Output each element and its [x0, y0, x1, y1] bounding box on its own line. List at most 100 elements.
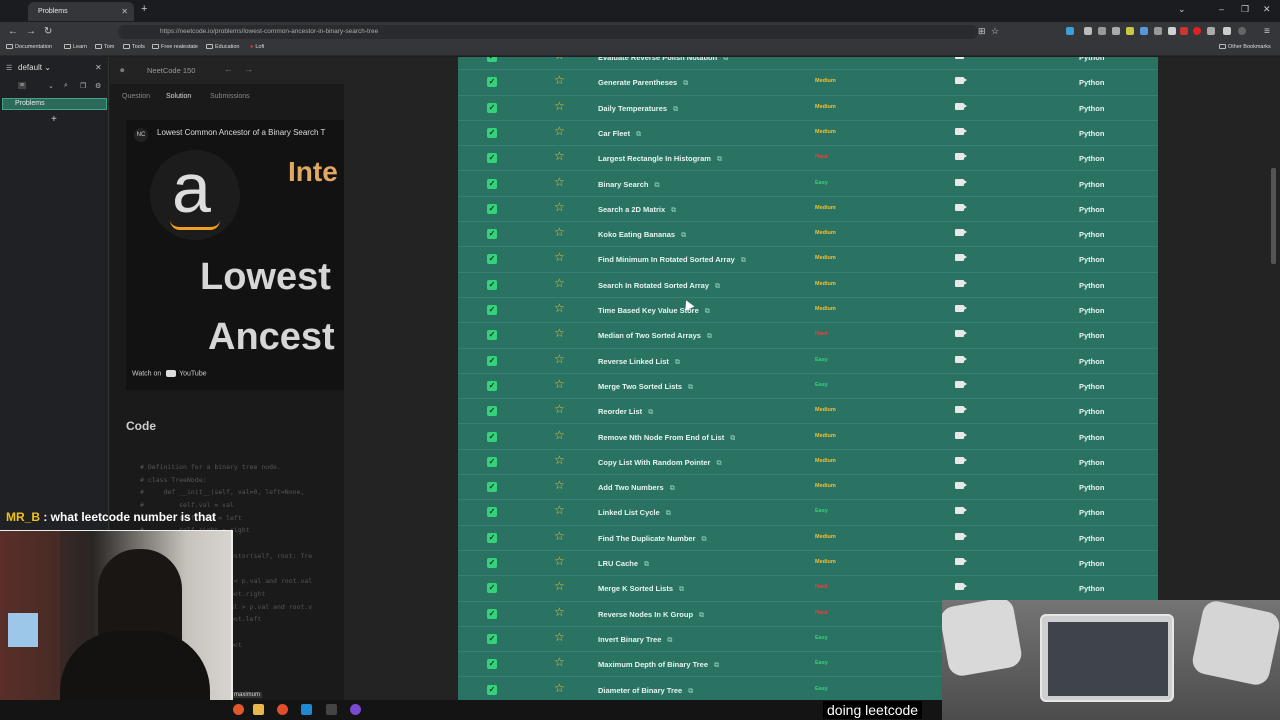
table-row[interactable]: ✓ ☆ Find The Duplicate Number ⧉ Medium Python	[458, 526, 1158, 551]
external-link-icon[interactable]: ⧉	[648, 409, 653, 416]
completed-checkbox[interactable]: ✓	[487, 482, 497, 493]
external-link-icon[interactable]: ⧉	[681, 232, 686, 239]
table-row[interactable]: ✓ ☆ Largest Rectangle In Histogram ⧉ Hard Pyt…	[458, 146, 1158, 172]
app-icon[interactable]	[326, 704, 337, 715]
external-link-icon[interactable]: ⧉	[688, 688, 693, 695]
tab-question[interactable]: Question	[122, 93, 150, 100]
table-row[interactable]: ✓ ☆ Copy List With Random Pointer ⧉ Medium Py…	[458, 450, 1158, 476]
problem-link[interactable]: Maximum Depth of Binary Tree ⧉	[598, 660, 719, 670]
tab-submissions[interactable]: Submissions	[210, 93, 250, 100]
video-icon[interactable]	[955, 431, 967, 439]
extension-icon[interactable]	[1140, 27, 1148, 35]
tab-solution[interactable]: Solution	[166, 93, 191, 100]
video-icon[interactable]	[955, 279, 967, 287]
tabs-icon[interactable]: ≡	[18, 82, 27, 89]
extension-icon[interactable]	[1084, 27, 1092, 35]
star-icon[interactable]: ☆	[554, 579, 565, 593]
star-icon[interactable]: ☆	[554, 276, 565, 290]
completed-checkbox[interactable]: ✓	[487, 659, 497, 670]
completed-checkbox[interactable]: ✓	[487, 633, 497, 644]
video-icon[interactable]	[955, 77, 967, 85]
bookmark-item[interactable]: Documentation	[6, 44, 52, 50]
problem-link[interactable]: LRU Cache ⧉	[598, 559, 649, 569]
video-icon[interactable]	[955, 482, 967, 490]
external-link-icon[interactable]: ⧉	[654, 182, 659, 189]
table-row[interactable]: ✓ ☆ Search a 2D Matrix ⧉ Medium Python	[458, 197, 1158, 223]
chevron-down-icon[interactable]: ⌄	[48, 82, 54, 90]
external-link-icon[interactable]: ⧉	[683, 80, 688, 87]
video-icon[interactable]	[955, 153, 967, 161]
maximize-icon[interactable]: ❐	[1241, 4, 1249, 15]
problem-link[interactable]: Invert Binary Tree ⧉	[598, 635, 672, 645]
video-icon[interactable]	[955, 229, 967, 237]
problem-link[interactable]: Largest Rectangle In Histogram ⧉	[598, 154, 722, 164]
star-icon[interactable]: ☆	[554, 57, 565, 62]
external-link-icon[interactable]: ⧉	[670, 485, 675, 492]
star-icon[interactable]: ☆	[554, 149, 565, 163]
completed-checkbox[interactable]: ✓	[487, 608, 497, 619]
completed-checkbox[interactable]: ✓	[487, 254, 497, 265]
extension-icon[interactable]	[1112, 27, 1120, 35]
browser-icon[interactable]	[277, 704, 288, 715]
search-icon[interactable]: ⌕	[64, 82, 68, 90]
completed-checkbox[interactable]: ✓	[487, 583, 497, 594]
star-icon[interactable]: ☆	[554, 225, 565, 239]
problem-link[interactable]: Merge K Sorted Lists ⧉	[598, 584, 684, 594]
star-icon[interactable]: ☆	[554, 554, 565, 568]
bookmark-item[interactable]: Free realestate	[152, 44, 198, 50]
star-icon[interactable]: ☆	[554, 250, 565, 264]
add-tab-icon[interactable]: +	[51, 114, 57, 125]
star-icon[interactable]: ☆	[554, 453, 565, 467]
table-row[interactable]: ✓ ☆ Reorder List ⧉ Medium Python	[458, 399, 1158, 425]
completed-checkbox[interactable]: ✓	[487, 127, 497, 138]
problem-link[interactable]: Koko Eating Bananas ⧉	[598, 230, 686, 240]
completed-checkbox[interactable]: ✓	[487, 456, 497, 467]
browser-tab[interactable]: Problems ✕	[28, 2, 134, 21]
table-row[interactable]: ✓ ☆ Daily Temperatures ⧉ Medium Python	[458, 96, 1158, 121]
external-link-icon[interactable]: ⧉	[699, 612, 704, 619]
video-icon[interactable]	[955, 57, 964, 59]
external-link-icon[interactable]: ⧉	[741, 257, 746, 264]
workspace-select[interactable]: default ⌄	[18, 63, 51, 72]
completed-checkbox[interactable]: ✓	[487, 330, 497, 341]
profile-avatar[interactable]	[1238, 27, 1246, 35]
completed-checkbox[interactable]: ✓	[487, 153, 497, 164]
completed-checkbox[interactable]: ✓	[487, 406, 497, 417]
install-icon[interactable]: ⊞	[978, 26, 986, 37]
star-icon[interactable]: ☆	[554, 377, 565, 391]
external-link-icon[interactable]: ⧉	[715, 283, 720, 290]
external-link-icon[interactable]: ⧉	[705, 308, 710, 315]
completed-checkbox[interactable]: ✓	[487, 507, 497, 518]
video-icon[interactable]	[955, 102, 967, 110]
watch-on-label[interactable]: Watch on YouTube	[132, 370, 207, 377]
video-icon[interactable]	[955, 507, 967, 515]
problem-link[interactable]: Copy List With Random Pointer ⧉	[598, 458, 721, 468]
star-icon[interactable]: ☆	[554, 200, 565, 214]
table-row[interactable]: ✓ ☆ Merge Two Sorted Lists ⧉ Easy Python	[458, 374, 1158, 400]
star-icon[interactable]: ☆	[554, 175, 565, 189]
problem-link[interactable]: Median of Two Sorted Arrays ⧉	[598, 331, 712, 341]
star-icon[interactable]: ☆	[554, 326, 565, 340]
problem-link[interactable]: Search a 2D Matrix ⧉	[598, 205, 676, 215]
extension-icon[interactable]	[1154, 27, 1162, 35]
star-icon[interactable]: ☆	[554, 503, 565, 517]
video-icon[interactable]	[955, 305, 967, 312]
star-icon[interactable]: ☆	[554, 478, 565, 492]
completed-checkbox[interactable]: ✓	[487, 355, 497, 366]
new-tab-icon[interactable]: +	[141, 3, 147, 15]
completed-checkbox[interactable]: ✓	[487, 380, 497, 391]
completed-checkbox[interactable]: ✓	[487, 305, 497, 315]
sidebar-item-problems[interactable]: Problems	[2, 98, 107, 110]
star-icon[interactable]: ☆	[554, 352, 565, 366]
problem-link[interactable]: Merge Two Sorted Lists ⧉	[598, 382, 693, 392]
problem-link[interactable]: Search In Rotated Sorted Array ⧉	[598, 281, 720, 291]
video-icon[interactable]	[955, 456, 967, 464]
star-icon[interactable]: ☆	[554, 529, 565, 543]
close-icon[interactable]: ✕	[95, 63, 102, 72]
table-row[interactable]: ✓ ☆ Search In Rotated Sorted Array ⧉ Medium P…	[458, 273, 1158, 298]
table-row[interactable]: ✓ ☆ Binary Search ⧉ Easy Python	[458, 172, 1158, 197]
problem-link[interactable]: Binary Search ⧉	[598, 180, 659, 190]
table-row[interactable]: ✓ ☆ Merge K Sorted Lists ⧉ Hard Python	[458, 576, 1158, 602]
prev-problem-icon[interactable]: ←	[224, 64, 233, 74]
completed-checkbox[interactable]: ✓	[487, 57, 497, 62]
